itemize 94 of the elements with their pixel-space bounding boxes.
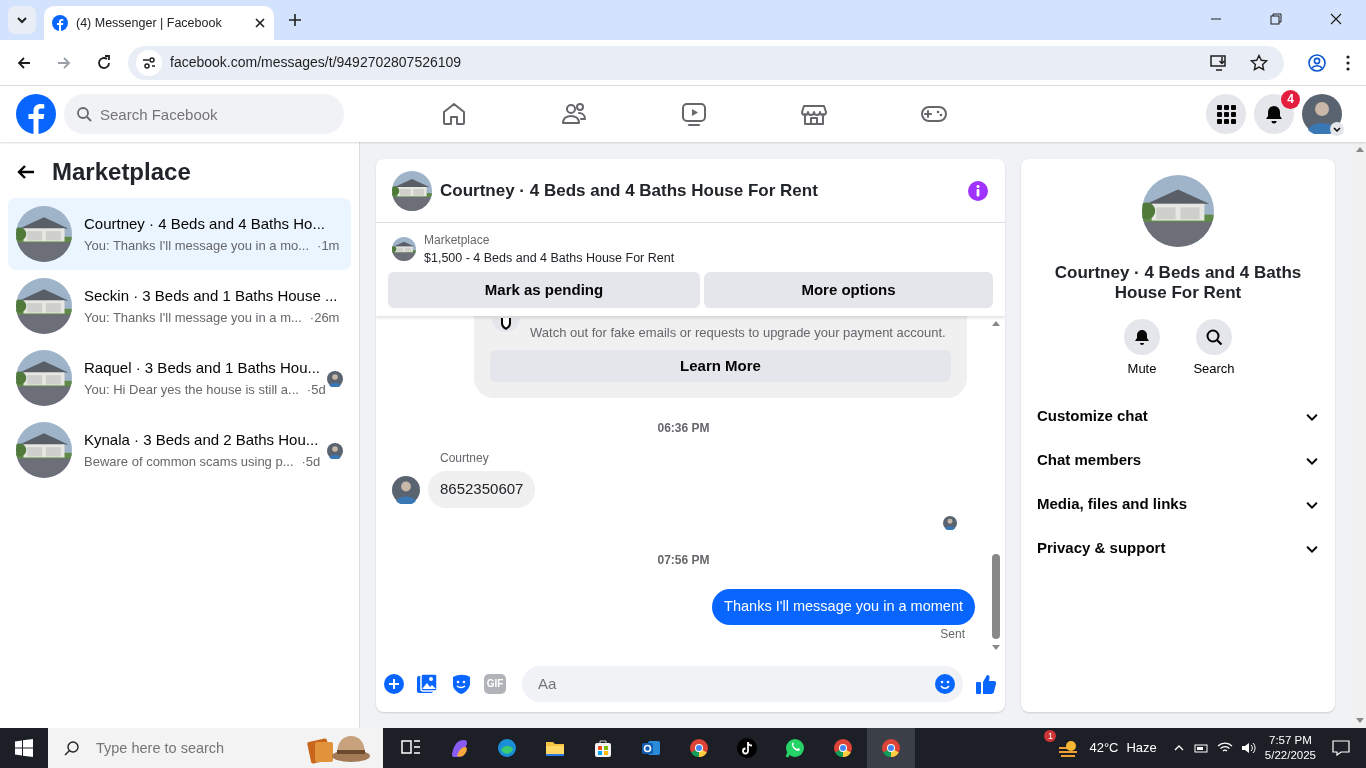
caret-icon[interactable]: [1330, 122, 1344, 136]
message-bubble: 8652350607: [428, 471, 536, 508]
facebook-logo-icon[interactable]: [16, 94, 56, 134]
tab-list-button[interactable]: [8, 6, 36, 34]
conversation-item[interactable]: Raquel · 3 Beds and 1 Baths Hou... You: Hi Dear yes the house is still a... ·5d: [8, 342, 351, 414]
conversation-title: Raquel · 3 Beds and 1 Baths Hou...: [84, 358, 319, 378]
star-icon[interactable]: [1250, 53, 1268, 72]
time-label: ·1m: [317, 236, 340, 255]
chat-title[interactable]: Courtney · 4 Beds and 4 Baths House For Rent: [440, 177, 959, 204]
section-row[interactable]: Chat members: [1037, 438, 1319, 483]
profile-icon[interactable]: [1308, 53, 1326, 72]
message-bubble: Thanks I'll message you in a moment: [712, 588, 975, 625]
timestamp: 06:36 PM: [657, 421, 710, 436]
weather-label[interactable]: Haze: [1126, 738, 1157, 758]
like-icon[interactable]: [975, 672, 997, 695]
message-preview: You: Hi Dear yes the house is still a...: [84, 380, 299, 399]
restore-icon[interactable]: [1270, 13, 1282, 25]
action-button[interactable]: Mark as pending: [388, 271, 700, 308]
windows-icon: [15, 739, 33, 757]
info-icon[interactable]: [967, 179, 989, 202]
message-preview: You: Thanks I'll message you in a m...: [84, 308, 302, 327]
bell-icon: [1264, 104, 1284, 124]
back-icon[interactable]: [16, 54, 32, 71]
message-preview: You: Thanks I'll message you in a mo...: [84, 236, 310, 255]
weather-badge: 1: [1044, 730, 1057, 742]
seen-avatar: [327, 370, 343, 387]
browser-icon[interactable]: [867, 728, 915, 768]
battery-icon[interactable]: [1192, 742, 1209, 754]
scroll-down-icon[interactable]: [1356, 718, 1364, 724]
search-field[interactable]: Type here to search: [48, 728, 383, 768]
address-bar[interactable]: facebook.com/messages/t/9492702807526109: [128, 45, 1284, 80]
search-field[interactable]: Search Facebook: [64, 94, 344, 134]
video-icon[interactable]: [680, 100, 708, 128]
sender-avatar: [392, 475, 420, 504]
site-settings-icon[interactable]: [136, 49, 162, 76]
notification-icon[interactable]: [1332, 740, 1350, 756]
conversation-item[interactable]: Kynala · 3 Beds and 2 Baths Hou... Beware of common scams using p... ·5d: [8, 414, 351, 486]
scrollbar-thumb[interactable]: [992, 554, 1000, 639]
apps-button[interactable]: [1206, 94, 1246, 134]
plus-icon[interactable]: [384, 673, 404, 694]
listing-title[interactable]: $1,500 - 4 Beds and 4 Baths House For Rent: [424, 249, 675, 268]
grid-icon: [1216, 104, 1236, 124]
conversation-item[interactable]: Courtney · 4 Beds and 4 Baths Ho... You: Thanks I'll message you in a mo... ·1m: [8, 198, 351, 270]
home-icon[interactable]: [440, 100, 468, 128]
panel-title: Marketplace: [52, 157, 191, 187]
message-field[interactable]: Aa: [522, 665, 963, 702]
time-label: ·5d: [306, 380, 326, 399]
sticker-icon[interactable]: [450, 672, 472, 695]
conversation-title: Seckin · 3 Beds and 1 Baths House ...: [84, 286, 339, 306]
action-button[interactable]: Search: [1190, 319, 1238, 379]
wifi-icon[interactable]: [1216, 742, 1233, 754]
sender-name: Courtney: [440, 451, 489, 466]
status-label: Sent: [940, 625, 965, 643]
chat-title: Courtney · 4 Beds and 4 Baths House For Rent: [1053, 263, 1303, 303]
section-row[interactable]: Customize chat: [1037, 394, 1319, 439]
volume-icon[interactable]: [1240, 742, 1257, 754]
action-button[interactable]: Mute: [1118, 319, 1166, 379]
photo-icon[interactable]: [416, 672, 438, 695]
profile-avatar: [1302, 94, 1342, 134]
clock[interactable]: 7:57 PM 5/22/2025: [1264, 733, 1316, 763]
learn-more-button[interactable]: Learn More: [490, 350, 951, 383]
scroll-down-icon[interactable]: [992, 645, 1000, 651]
emoji-icon[interactable]: [935, 673, 955, 694]
conversation-title: Kynala · 3 Beds and 2 Baths Hou...: [84, 430, 319, 450]
time-label: ·26m: [309, 308, 340, 327]
timestamp: 07:56 PM: [657, 552, 710, 567]
seen-avatar: [943, 515, 957, 530]
close-icon[interactable]: [254, 17, 266, 29]
action-button[interactable]: More options: [704, 271, 993, 308]
close-icon[interactable]: [1330, 13, 1342, 25]
listing-label: Marketplace: [424, 232, 491, 249]
conversation-item[interactable]: Seckin · 3 Beds and 1 Baths House ... You: Thanks I'll message you in a m... ·26m: [8, 270, 351, 342]
scroll-up-icon[interactable]: [1356, 146, 1364, 152]
search-icon: [64, 740, 80, 756]
new-tab-icon[interactable]: [288, 13, 302, 27]
message-preview: Beware of common scams using p...: [84, 452, 294, 471]
notification-count: 4: [1281, 90, 1300, 109]
conversation-title: Courtney · 4 Beds and 4 Baths Ho...: [84, 214, 326, 234]
menu-icon[interactable]: [1346, 54, 1350, 71]
temperature-label[interactable]: 42°C: [1089, 738, 1119, 758]
time-label: ·5d: [301, 452, 321, 471]
install-icon[interactable]: [1210, 53, 1228, 72]
notifications-button[interactable]: [1254, 94, 1294, 134]
facebook-logo-icon: [52, 15, 68, 31]
bell-icon: [1132, 327, 1152, 347]
seen-avatar: [327, 442, 343, 459]
scroll-up-icon[interactable]: [992, 319, 1000, 326]
forward-icon[interactable]: [56, 54, 72, 71]
notice-text: Watch out for fake emails or requests to upgrade your payment account.: [530, 323, 946, 342]
section-row[interactable]: Media, files and links: [1037, 482, 1319, 527]
reload-icon[interactable]: [96, 54, 112, 71]
search-icon: [76, 106, 92, 122]
section-row[interactable]: Privacy & support: [1037, 526, 1319, 571]
search-icon: [1204, 327, 1224, 347]
